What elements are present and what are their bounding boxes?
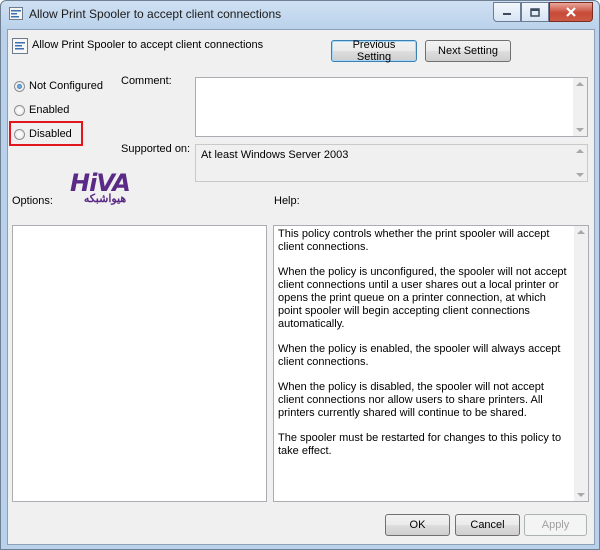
policy-app-icon xyxy=(9,7,23,20)
policy-setting-icon xyxy=(12,38,28,54)
scroll-up-arrow-icon[interactable] xyxy=(577,230,585,234)
scroll-down-arrow-icon[interactable] xyxy=(576,173,584,177)
ok-button[interactable]: OK xyxy=(385,514,450,536)
help-scrollbar[interactable] xyxy=(574,226,588,501)
policy-title: Allow Print Spooler to accept client con… xyxy=(32,39,264,51)
supported-on-field: At least Windows Server 2003 xyxy=(195,144,588,182)
previous-setting-button[interactable]: Previous Setting xyxy=(331,39,417,63)
supported-on-value: At least Windows Server 2003 xyxy=(201,149,349,161)
radio-selected-dot xyxy=(17,83,22,89)
options-pane[interactable] xyxy=(12,225,267,502)
window-title: Allow Print Spooler to accept client con… xyxy=(29,7,282,21)
radio-not-configured[interactable]: Not Configured xyxy=(14,80,103,92)
red-highlight-box xyxy=(9,121,83,146)
help-paragraph: When the policy is disabled, the spooler… xyxy=(278,381,544,419)
comment-textarea[interactable] xyxy=(195,77,588,137)
close-button[interactable] xyxy=(549,2,593,22)
help-paragraph: When the policy is enabled, the spooler … xyxy=(278,343,561,368)
radio-button[interactable] xyxy=(14,104,25,116)
radio-label-not-configured: Not Configured xyxy=(29,80,103,92)
radio-button[interactable] xyxy=(14,80,25,92)
radio-enabled[interactable]: Enabled xyxy=(14,104,69,116)
scroll-up-arrow-icon[interactable] xyxy=(576,82,584,86)
scroll-down-arrow-icon[interactable] xyxy=(576,128,584,132)
supported-scrollbar[interactable] xyxy=(573,145,587,181)
help-text-content: This policy controls whether the print s… xyxy=(278,228,568,470)
supported-on-label: Supported on: xyxy=(121,143,191,155)
minimize-icon xyxy=(503,13,511,15)
help-paragraph: When the policy is unconfigured, the spo… xyxy=(278,266,567,330)
apply-button[interactable]: Apply xyxy=(524,514,587,536)
comment-scrollbar[interactable] xyxy=(573,78,587,136)
scroll-down-arrow-icon[interactable] xyxy=(577,493,585,497)
maximize-button[interactable] xyxy=(521,2,549,22)
options-label: Options: xyxy=(12,195,53,207)
maximize-icon xyxy=(530,7,540,17)
radio-label-enabled: Enabled xyxy=(29,104,70,116)
help-paragraph: This policy controls whether the print s… xyxy=(278,228,550,253)
title-bar[interactable]: Allow Print Spooler to accept client con… xyxy=(1,1,599,27)
cancel-button[interactable]: Cancel xyxy=(455,514,520,536)
hiva-watermark-logo: HiVA xyxy=(70,169,131,197)
hiva-persian-text: هیواشبکه xyxy=(83,193,127,205)
scroll-up-arrow-icon[interactable] xyxy=(576,149,584,153)
close-icon xyxy=(566,7,576,17)
help-pane[interactable]: This policy controls whether the print s… xyxy=(273,225,589,502)
next-setting-button[interactable]: Next Setting xyxy=(425,40,511,62)
help-paragraph: The spooler must be restarted for change… xyxy=(278,432,562,457)
policy-dialog-window: Allow Print Spooler to accept client con… xyxy=(0,0,600,550)
help-label: Help: xyxy=(274,195,300,207)
dialog-client-area: Allow Print Spooler to accept client con… xyxy=(7,29,595,545)
minimize-button[interactable] xyxy=(493,2,521,22)
comment-label: Comment: xyxy=(121,75,172,87)
